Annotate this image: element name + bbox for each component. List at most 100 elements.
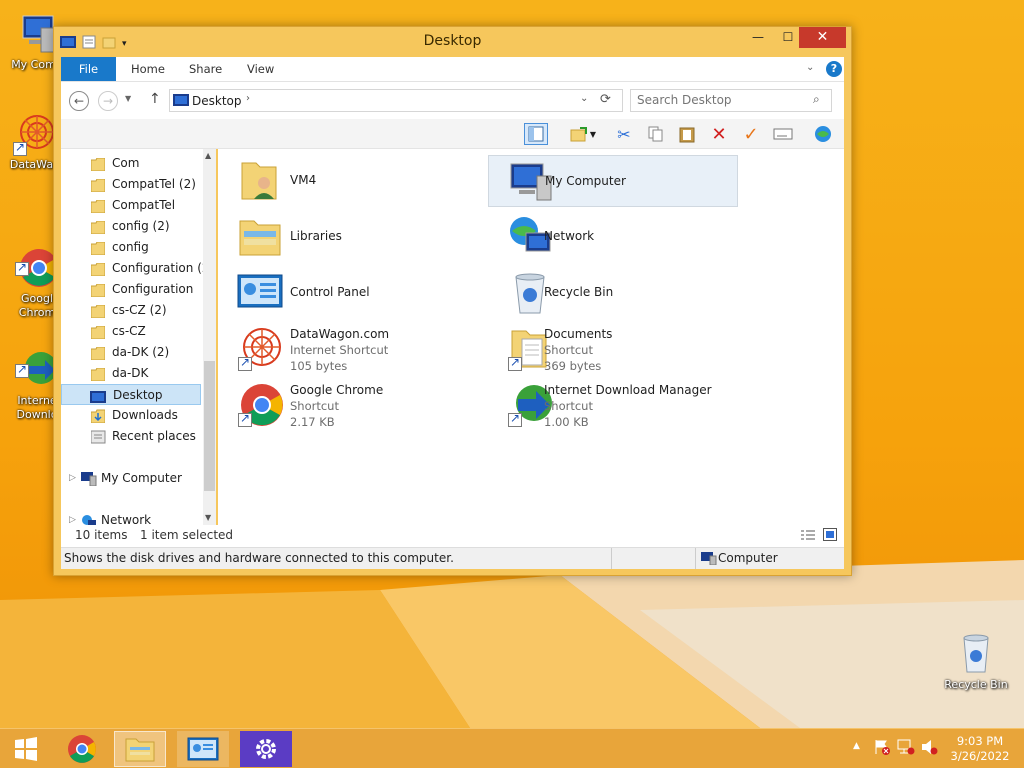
world-icon[interactable] bbox=[811, 123, 835, 145]
taskbar-settings[interactable] bbox=[240, 731, 292, 767]
nav-item-configuration-2[interactable]: Configuration (2) bbox=[61, 258, 214, 279]
expand-ribbon-chevron-icon[interactable]: ⌄ bbox=[806, 62, 814, 73]
folder-options-chevron-icon[interactable]: ▼ bbox=[587, 123, 599, 145]
file-item-name: My Computer bbox=[545, 174, 626, 188]
chrome-icon bbox=[236, 381, 284, 429]
desktop-location-icon bbox=[173, 94, 189, 109]
system-clock[interactable]: 9:03 PM 3/26/2022 bbox=[944, 734, 1016, 764]
details-view-icon[interactable] bbox=[801, 529, 815, 544]
nav-item-da-dk[interactable]: da-DK bbox=[61, 363, 201, 384]
search-box[interactable]: ⌕ bbox=[630, 89, 832, 112]
expand-chevron-icon[interactable]: ▷ bbox=[69, 510, 76, 525]
nav-item-downloads[interactable]: Downloads bbox=[61, 405, 201, 426]
file-item-name: Recycle Bin bbox=[544, 285, 614, 299]
tab-share[interactable]: Share bbox=[189, 57, 222, 81]
rename-check-icon[interactable]: ✓ bbox=[739, 123, 763, 145]
title-bar[interactable]: ▾ Desktop — ☐ ✕ bbox=[54, 27, 851, 57]
nav-item-config-2[interactable]: config (2) bbox=[61, 216, 201, 237]
address-dropdown-icon[interactable]: ⌄ bbox=[580, 93, 588, 104]
maximize-button[interactable]: ☐ bbox=[774, 27, 802, 48]
scroll-down-icon[interactable]: ▼ bbox=[205, 513, 211, 522]
nav-item-recent-places[interactable]: Recent places bbox=[61, 426, 201, 447]
user-folder-icon bbox=[236, 157, 284, 205]
breadcrumb-chevron-icon[interactable]: › bbox=[246, 93, 250, 104]
computer-small-icon bbox=[701, 552, 717, 568]
shortcut-arrow-icon bbox=[15, 362, 29, 378]
file-item-documents[interactable]: Documents Shortcut 369 bytes bbox=[488, 323, 736, 375]
command-toolbar: ▼ ✂ ✕ ✓ bbox=[61, 119, 844, 149]
nav-item-config[interactable]: config bbox=[61, 237, 201, 258]
tab-view[interactable]: View bbox=[247, 57, 274, 81]
gear-icon bbox=[256, 739, 276, 759]
minimize-button[interactable]: — bbox=[744, 27, 772, 48]
nav-item-cs-cz[interactable]: cs-CZ bbox=[61, 321, 201, 342]
file-item-internet-download-manager[interactable]: Internet Download Manager Shortcut 1.00 … bbox=[488, 379, 736, 431]
nav-item-compattel[interactable]: CompatTel bbox=[61, 195, 201, 216]
nav-group-network[interactable]: ▷ Network bbox=[61, 510, 201, 525]
network-icon bbox=[81, 514, 97, 525]
windows-logo-icon bbox=[15, 737, 37, 761]
file-item-type: Internet Shortcut bbox=[290, 343, 389, 357]
expand-chevron-icon[interactable]: ▷ bbox=[69, 468, 76, 489]
file-item-network[interactable]: Network bbox=[488, 211, 736, 263]
taskbar-chrome[interactable] bbox=[56, 731, 108, 767]
nav-item-desktop[interactable]: Desktop bbox=[61, 384, 201, 405]
address-field[interactable]: Desktop › ⌄ ⟳ bbox=[169, 89, 623, 112]
info-location: Computer bbox=[718, 551, 778, 565]
file-item-type: Shortcut bbox=[544, 343, 593, 357]
file-item-type: Shortcut bbox=[290, 399, 339, 413]
help-icon[interactable]: ? bbox=[826, 61, 842, 77]
address-path[interactable]: Desktop bbox=[192, 94, 242, 108]
tab-home[interactable]: Home bbox=[131, 57, 165, 81]
search-icon[interactable]: ⌕ bbox=[813, 92, 820, 107]
file-item-control-panel[interactable]: Control Panel bbox=[218, 267, 466, 319]
nav-item-compattel-2[interactable]: CompatTel (2) bbox=[61, 174, 201, 195]
volume-muted-icon[interactable] bbox=[921, 739, 939, 758]
recent-locations-chevron-icon[interactable]: ▼ bbox=[125, 94, 131, 103]
nav-item-cs-cz-2[interactable]: cs-CZ (2) bbox=[61, 300, 201, 321]
taskbar-file-explorer[interactable] bbox=[114, 731, 166, 767]
network-status-icon[interactable] bbox=[897, 739, 915, 758]
delete-icon[interactable]: ✕ bbox=[707, 123, 731, 145]
nav-group-label: Network bbox=[101, 513, 152, 525]
item-count: 10 items bbox=[75, 528, 128, 542]
large-icons-view-icon[interactable] bbox=[823, 528, 837, 544]
taskbar-control-panel[interactable] bbox=[177, 731, 229, 767]
search-input[interactable] bbox=[637, 93, 807, 107]
file-item-libraries[interactable]: Libraries bbox=[218, 211, 466, 263]
taskbar: ▲ 9:03 PM 3/26/2022 bbox=[0, 728, 1024, 768]
scroll-up-icon[interactable]: ▲ bbox=[205, 151, 211, 160]
forward-button[interactable]: → bbox=[98, 91, 118, 111]
desktop-icon-label: Interne Downlo bbox=[16, 394, 58, 421]
file-explorer-icon bbox=[125, 738, 155, 762]
info-message: Shows the disk drives and hardware conne… bbox=[64, 551, 454, 565]
back-button[interactable]: ← bbox=[69, 91, 89, 111]
copy-icon[interactable] bbox=[644, 123, 668, 145]
refresh-icon[interactable]: ⟳ bbox=[600, 92, 611, 107]
navigation-pane-button[interactable] bbox=[524, 123, 548, 145]
show-hidden-icons-chevron[interactable]: ▲ bbox=[853, 741, 860, 751]
nav-group-my-computer[interactable]: ▷ My Computer bbox=[61, 468, 201, 489]
paste-icon[interactable] bbox=[675, 123, 699, 145]
file-item-vm4[interactable]: VM4 bbox=[218, 155, 466, 207]
nav-scrollbar[interactable]: ▲ ▼ bbox=[203, 149, 216, 525]
desktop-icon-recycle-bin[interactable]: Recycle Bin bbox=[940, 632, 1012, 692]
file-item-name: Documents bbox=[544, 327, 613, 341]
up-button[interactable]: ↑ bbox=[149, 91, 161, 107]
nav-item-label: CompatTel bbox=[112, 198, 176, 212]
file-item-recycle-bin[interactable]: Recycle Bin bbox=[488, 267, 736, 319]
file-item-google-chrome[interactable]: Google Chrome Shortcut 2.17 KB bbox=[218, 379, 466, 431]
scroll-thumb[interactable] bbox=[204, 361, 215, 491]
cut-icon[interactable]: ✂ bbox=[612, 123, 636, 145]
file-item-datawagon[interactable]: DataWagon.com Internet Shortcut 105 byte… bbox=[218, 323, 466, 375]
close-button[interactable]: ✕ bbox=[799, 27, 846, 48]
start-button[interactable] bbox=[0, 731, 52, 767]
nav-item-da-dk-2[interactable]: da-DK (2) bbox=[61, 342, 201, 363]
nav-item-configuration[interactable]: Configuration bbox=[61, 279, 201, 300]
action-center-flag-icon[interactable] bbox=[874, 739, 890, 758]
nav-item-com[interactable]: Com bbox=[61, 153, 201, 174]
tab-file[interactable]: File bbox=[61, 57, 116, 81]
file-item-my-computer[interactable]: My Computer bbox=[488, 155, 738, 207]
rename-field-icon[interactable] bbox=[771, 123, 795, 145]
computer-icon bbox=[81, 472, 97, 493]
